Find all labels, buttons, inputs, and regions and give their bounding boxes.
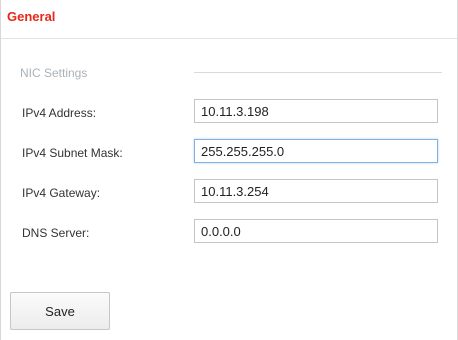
dns-server-input[interactable]	[194, 219, 438, 243]
general-settings-panel: General NIC Settings IPv4 Address: IPv4 …	[0, 0, 458, 340]
ipv4-gateway-label: IPv4 Gateway:	[22, 186, 101, 200]
dns-server-label: DNS Server:	[22, 226, 90, 240]
ipv4-subnet-mask-input[interactable]	[194, 139, 438, 163]
ipv4-address-input[interactable]	[194, 99, 438, 123]
save-button[interactable]: Save	[10, 292, 110, 330]
title-divider	[1, 38, 457, 39]
ipv4-gateway-input[interactable]	[194, 179, 438, 203]
ipv4-subnet-mask-label: IPv4 Subnet Mask:	[22, 146, 123, 160]
section-title: NIC Settings	[20, 66, 88, 80]
panel-title: General	[7, 9, 56, 24]
section-divider	[194, 72, 442, 73]
ipv4-address-label: IPv4 Address:	[22, 106, 97, 120]
